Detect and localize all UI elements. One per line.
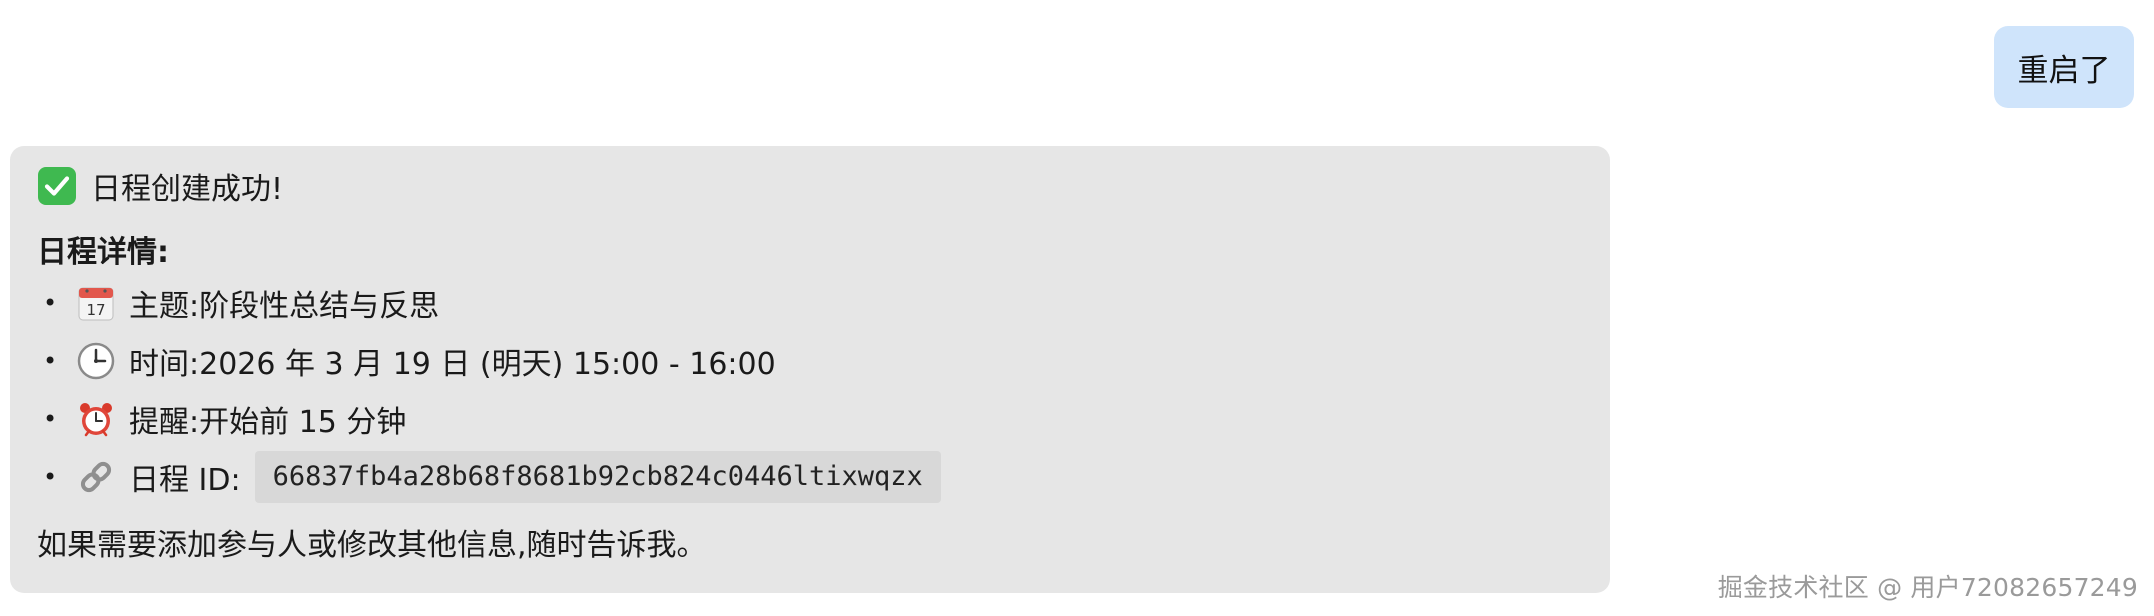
bullet: • bbox=[43, 347, 58, 375]
detail-label: 日程 ID: bbox=[129, 463, 241, 498]
check-mark-icon bbox=[37, 166, 77, 206]
section-title: 日程详情: bbox=[37, 235, 169, 270]
calendar-icon: 17 bbox=[75, 282, 117, 324]
detail-item-subject: • 17 主题: 阶段性总结与反思 bbox=[37, 274, 1584, 332]
svg-text:17: 17 bbox=[86, 301, 105, 319]
alarm-clock-icon bbox=[75, 398, 117, 440]
clock-icon bbox=[75, 340, 117, 382]
watermark: 掘金技术社区 @ 用户72082657249 bbox=[1717, 573, 2138, 602]
detail-item-reminder: • 提醒: 开始前 15 分钟 bbox=[37, 390, 1584, 448]
detail-label: 主题: bbox=[129, 289, 200, 324]
success-line: 日程创建成功! bbox=[37, 162, 1584, 210]
link-icon bbox=[75, 456, 117, 498]
detail-label: 时间: bbox=[129, 347, 200, 382]
bullet: • bbox=[43, 405, 58, 433]
detail-value: 阶段性总结与反思 bbox=[199, 289, 440, 324]
detail-item-event-id: • 日程 ID: 66837fb4a28b68f8681b92cb824c044… bbox=[37, 448, 1584, 506]
user-message-bubble: 重启了 bbox=[1994, 26, 2134, 108]
detail-value: 2026 年 3 月 19 日 (明天) 15:00 - 16:00 bbox=[199, 347, 776, 382]
bullet: • bbox=[43, 463, 58, 491]
detail-label: 提醒: bbox=[129, 405, 200, 440]
detail-list: • 17 主题: 阶段性总结与反思 • 时间: 2026 年 3 月 19 日 … bbox=[37, 274, 1584, 506]
user-message-text: 重启了 bbox=[2017, 52, 2111, 89]
detail-value: 开始前 15 分钟 bbox=[199, 405, 407, 440]
success-text: 日程创建成功! bbox=[91, 172, 284, 207]
bullet: • bbox=[43, 289, 58, 317]
footer-text: 如果需要添加参与人或修改其他信息,随时告诉我。 bbox=[37, 528, 707, 563]
assistant-message-card: 日程创建成功! 日程详情: • 17 主题: 阶段性总结与反思 • 时间: 20… bbox=[10, 146, 1610, 593]
detail-item-time: • 时间: 2026 年 3 月 19 日 (明天) 15:00 - 16:00 bbox=[37, 332, 1584, 390]
event-id-code[interactable]: 66837fb4a28b68f8681b92cb824c0446ltixwqzx bbox=[254, 451, 941, 503]
chat-canvas: 重启了 日程创建成功! 日程详情: • 17 主题: 阶段性总结与反思 • 时间… bbox=[0, 0, 2154, 616]
